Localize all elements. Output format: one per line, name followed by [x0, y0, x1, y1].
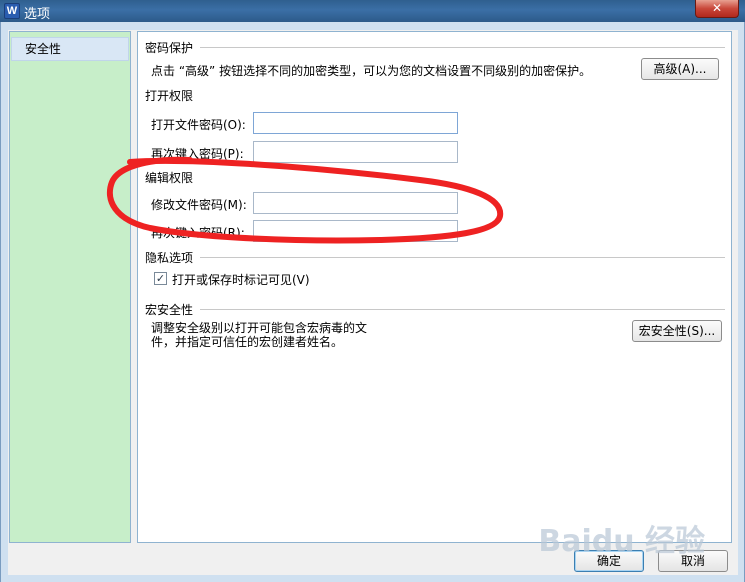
edit-confirm-password-input[interactable] — [253, 220, 458, 242]
dialog-body: 安全性 密码保护 点击 “高级” 按钮选择不同的加密类型，可以为您的文档设置不同… — [8, 30, 738, 575]
security-panel: 密码保护 点击 “高级” 按钮选择不同的加密类型，可以为您的文档设置不同级别的加… — [137, 31, 732, 543]
advanced-button[interactable]: 高级(A)... — [641, 58, 719, 80]
privacy-title: 隐私选项 — [145, 251, 194, 265]
macro-security-description-line2: 件，并指定可信任的宏创建者姓名。 — [151, 335, 344, 349]
open-confirm-password-label: 再次键入密码(P): — [151, 147, 244, 161]
nav-item-security[interactable]: 安全性 — [11, 37, 129, 61]
section-divider — [200, 257, 725, 258]
options-nav: 安全性 — [9, 31, 131, 543]
open-password-input[interactable] — [253, 112, 458, 134]
window-title: 选项 — [24, 7, 51, 22]
close-button[interactable]: ✕ — [695, 0, 739, 18]
edit-confirm-password-label: 再次键入密码(R): — [151, 226, 245, 240]
mark-visible-checkbox[interactable]: ✓ — [154, 272, 167, 285]
modify-password-input[interactable] — [253, 192, 458, 214]
section-divider — [200, 47, 725, 48]
open-password-label: 打开文件密码(O): — [151, 118, 246, 132]
title-bar: W 选项 ✕ — [0, 0, 745, 22]
wps-writer-icon: W — [4, 3, 20, 19]
edit-permission-title: 编辑权限 — [145, 171, 194, 185]
window-frame: 安全性 密码保护 点击 “高级” 按钮选择不同的加密类型，可以为您的文档设置不同… — [0, 22, 745, 582]
modify-password-label: 修改文件密码(M): — [151, 198, 247, 212]
open-confirm-password-input[interactable] — [253, 141, 458, 163]
password-protection-title: 密码保护 — [145, 41, 194, 55]
open-permission-title: 打开权限 — [145, 89, 194, 103]
section-divider — [200, 309, 725, 310]
macro-security-title: 宏安全性 — [145, 303, 194, 317]
password-protection-description: 点击 “高级” 按钮选择不同的加密类型，可以为您的文档设置不同级别的加密保护。 — [151, 64, 592, 78]
macro-security-button[interactable]: 宏安全性(S)... — [632, 320, 722, 342]
mark-visible-label[interactable]: 打开或保存时标记可见(V) — [172, 271, 310, 288]
baidu-watermark: Baidu 经验 — [538, 524, 705, 559]
